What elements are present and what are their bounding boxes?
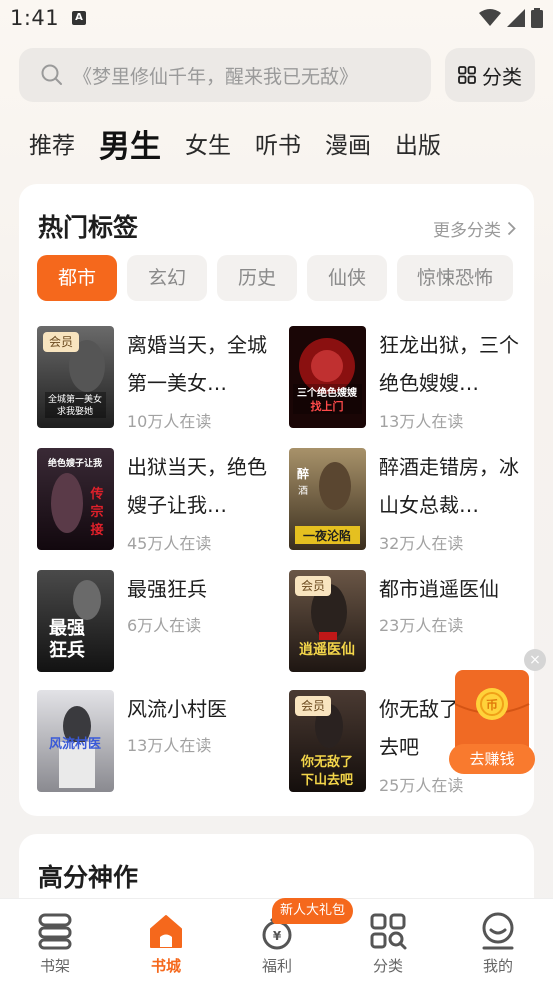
svg-text:全城第一美女: 全城第一美女 (48, 393, 102, 405)
tab-publishing[interactable]: 出版 (395, 126, 441, 160)
category-grid-icon (370, 913, 407, 950)
tag-row: 都市 玄幻 历史 仙侠 惊悚恐怖 (37, 255, 534, 301)
book-title: 出狱当天，绝色嫂子让我… (127, 455, 267, 517)
tab-female[interactable]: 女生 (185, 126, 231, 160)
svg-text:你无敌了: 你无敌了 (300, 754, 353, 770)
category-button-label: 分类 (482, 64, 522, 89)
tab-male[interactable]: 男生 (99, 121, 161, 166)
section-title: 高分神作 (38, 863, 139, 892)
book-title: 都市逍遥医仙 (379, 577, 499, 601)
book-cover: 最强 狂兵 (37, 570, 114, 672)
battery-icon (531, 8, 543, 28)
search-icon (41, 64, 62, 85)
svg-text:宗: 宗 (90, 504, 103, 520)
svg-text:下山去吧: 下山去吧 (301, 772, 353, 788)
status-icons (479, 8, 543, 28)
book-cover: 风流村医 (37, 690, 114, 792)
book-title: 风流小村医 (127, 697, 227, 721)
book-title: 离婚当天，全城第一美女… (127, 333, 267, 395)
svg-text:逍遥医仙: 逍遥医仙 (299, 641, 355, 658)
nav-label: 书架 (39, 957, 70, 975)
nav-label: 分类 (372, 957, 403, 975)
book-cover: 绝色嫂子让我传宗接 (37, 448, 114, 550)
svg-text:一夜沦陷: 一夜沦陷 (303, 528, 351, 543)
vip-badge: 会员 (43, 332, 79, 352)
tab-audiobook[interactable]: 听书 (255, 126, 301, 160)
book-readers: 25万人在读 (379, 776, 464, 795)
book-item[interactable]: 醉酒一夜沦陷 醉酒走错房，冰山女总裁… 32万人在读 (289, 448, 529, 553)
svg-text:接: 接 (90, 522, 103, 538)
section-title: 热门标签 (38, 213, 139, 242)
svg-text:币: 币 (486, 698, 498, 712)
vip-badge: 会员 (295, 576, 331, 596)
tag-history[interactable]: 历史 (217, 255, 297, 301)
book-title: 狂龙出狱，三个绝色嫂嫂… (379, 333, 519, 395)
svg-text:绝色嫂子让我: 绝色嫂子让我 (48, 457, 102, 469)
book-readers: 13万人在读 (379, 412, 464, 431)
nav-bookstore[interactable]: 书城 (111, 899, 221, 984)
new-user-gift-badge[interactable]: 新人大礼包 (272, 898, 354, 924)
svg-text:醉: 醉 (297, 466, 309, 481)
status-time: 1:41 (10, 6, 60, 30)
tab-comics[interactable]: 漫画 (325, 126, 371, 160)
tag-thriller[interactable]: 惊悚恐怖 (397, 255, 514, 301)
profile-icon (482, 912, 514, 950)
book-item[interactable]: 绝色嫂子让我传宗接 出狱当天，绝色嫂子让我… 45万人在读 (37, 448, 277, 553)
book-readers: 45万人在读 (127, 534, 212, 553)
signal-icon (507, 9, 525, 27)
svg-text:狂兵: 狂兵 (49, 640, 85, 661)
svg-text:找上门: 找上门 (311, 399, 344, 413)
channel-tabs: 推荐 男生 女生 听书 漫画 出版 (29, 118, 465, 168)
status-bar: 1:41 A (0, 0, 553, 36)
svg-text:传: 传 (89, 486, 103, 502)
wifi-icon (479, 9, 501, 26)
tag-urban[interactable]: 都市 (37, 255, 117, 301)
search-placeholder: 《梦里修仙千年，醒来我已无敌》 (73, 65, 359, 88)
book-cover: 三个绝色嫂嫂 找上门 (289, 326, 366, 428)
book-item[interactable]: 三个绝色嫂嫂 找上门 狂龙出狱，三个绝色嫂嫂… 13万人在读 (289, 326, 529, 431)
book-readers: 32万人在读 (379, 534, 464, 553)
nav-bookshelf[interactable]: 书架 (0, 899, 110, 984)
book-readers: 10万人在读 (127, 412, 212, 431)
category-button[interactable]: 分类 (445, 48, 535, 102)
nav-label: 我的 (482, 957, 513, 975)
svg-text:三个绝色嫂嫂: 三个绝色嫂嫂 (297, 386, 358, 399)
book-readers: 13万人在读 (127, 736, 212, 755)
nav-profile[interactable]: 我的 (443, 899, 553, 984)
earn-money-button[interactable]: 去赚钱 (449, 744, 535, 774)
vip-badge: 会员 (295, 696, 331, 716)
book-title: 最强狂兵 (127, 577, 207, 601)
tag-fantasy[interactable]: 玄幻 (127, 255, 207, 301)
tab-recommend[interactable]: 推荐 (29, 126, 75, 160)
nav-label: 福利 (261, 957, 292, 975)
book-title: 醉酒走错房，冰山女总裁… (379, 455, 519, 517)
more-categories-link[interactable]: 更多分类 (433, 216, 516, 241)
book-readers: 23万人在读 (379, 616, 464, 635)
notification-a-icon: A (72, 11, 86, 25)
book-item[interactable]: 逍遥医仙 会员 都市逍遥医仙 23万人在读 (289, 570, 529, 672)
search-input[interactable]: 《梦里修仙千年，醒来我已无敌》 (19, 48, 431, 102)
store-icon (150, 915, 182, 948)
svg-text:求我娶她: 求我娶她 (57, 405, 93, 417)
svg-text:风流村医: 风流村医 (49, 736, 101, 752)
grid-icon (458, 66, 476, 84)
tag-xianxia[interactable]: 仙侠 (307, 255, 387, 301)
chevron-right-icon (507, 221, 516, 236)
bookshelf-icon (38, 913, 72, 950)
nav-label: 书城 (150, 957, 181, 975)
book-item[interactable]: 风流村医 风流小村医 13万人在读 (37, 690, 277, 792)
svg-text:酒: 酒 (298, 485, 308, 497)
svg-text:¥: ¥ (273, 929, 282, 943)
book-cover: 醉酒一夜沦陷 (289, 448, 366, 550)
svg-text:最强: 最强 (49, 618, 85, 639)
more-categories-label: 更多分类 (433, 221, 501, 241)
book-item[interactable]: 全城第一美女 求我娶她 会员 离婚当天，全城第一美女… 10万人在读 (37, 326, 277, 431)
book-readers: 6万人在读 (127, 616, 202, 635)
book-item[interactable]: 最强 狂兵 最强狂兵 6万人在读 (37, 570, 277, 672)
close-icon[interactable]: × (524, 649, 546, 671)
